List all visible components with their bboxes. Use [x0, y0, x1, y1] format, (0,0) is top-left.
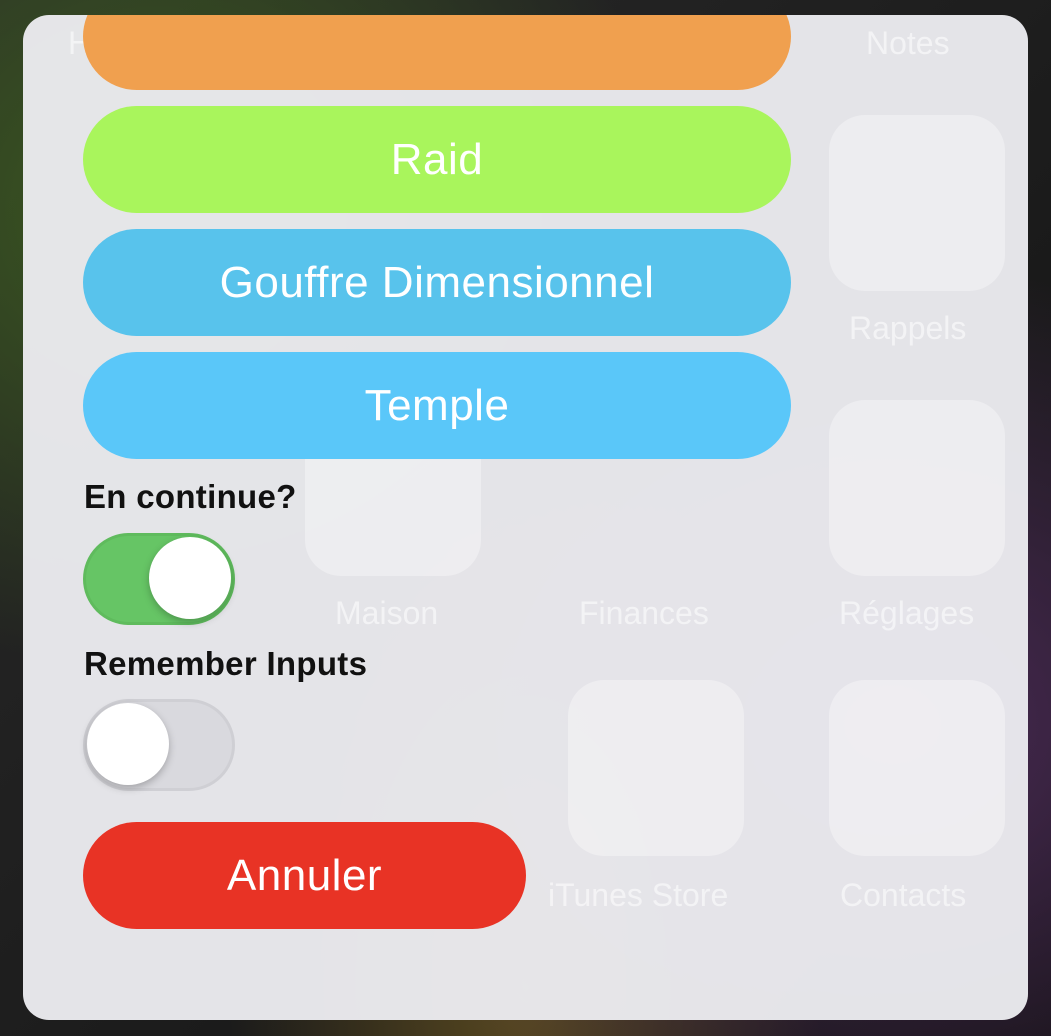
option-button-orange[interactable] — [83, 15, 791, 90]
ghost-app-label: Notes — [866, 25, 950, 61]
ghost-app-icon — [829, 680, 1005, 856]
ghost-app-label: Finances — [579, 595, 709, 631]
action-sheet: Horloge Plans Météo Notes Rappels Maison… — [23, 15, 1028, 1020]
ghost-app-icon — [829, 115, 1005, 291]
toggle-label-remember-inputs: Remember Inputs — [84, 645, 368, 682]
option-button-raid[interactable]: Raid — [83, 106, 791, 213]
ghost-app-icon — [829, 400, 1005, 576]
ghost-app-label: Contacts — [840, 877, 967, 913]
option-button-temple[interactable]: Temple — [83, 352, 791, 459]
toggle-en-continue[interactable] — [83, 533, 235, 625]
cancel-button[interactable]: Annuler — [83, 822, 526, 929]
toggle-knob — [87, 703, 169, 785]
ghost-app-label: Maison — [335, 595, 439, 631]
option-button-gouffre-dimensionnel[interactable]: Gouffre Dimensionnel — [83, 229, 791, 336]
ghost-app-label: iTunes Store — [548, 877, 729, 913]
toggle-label-en-continue: En continue? — [84, 478, 297, 515]
ghost-app-icon — [568, 680, 744, 856]
ghost-app-label: Rappels — [849, 310, 967, 346]
ghost-app-label: Réglages — [839, 595, 975, 631]
toggle-remember-inputs[interactable] — [83, 699, 235, 791]
toggle-knob — [149, 537, 231, 619]
